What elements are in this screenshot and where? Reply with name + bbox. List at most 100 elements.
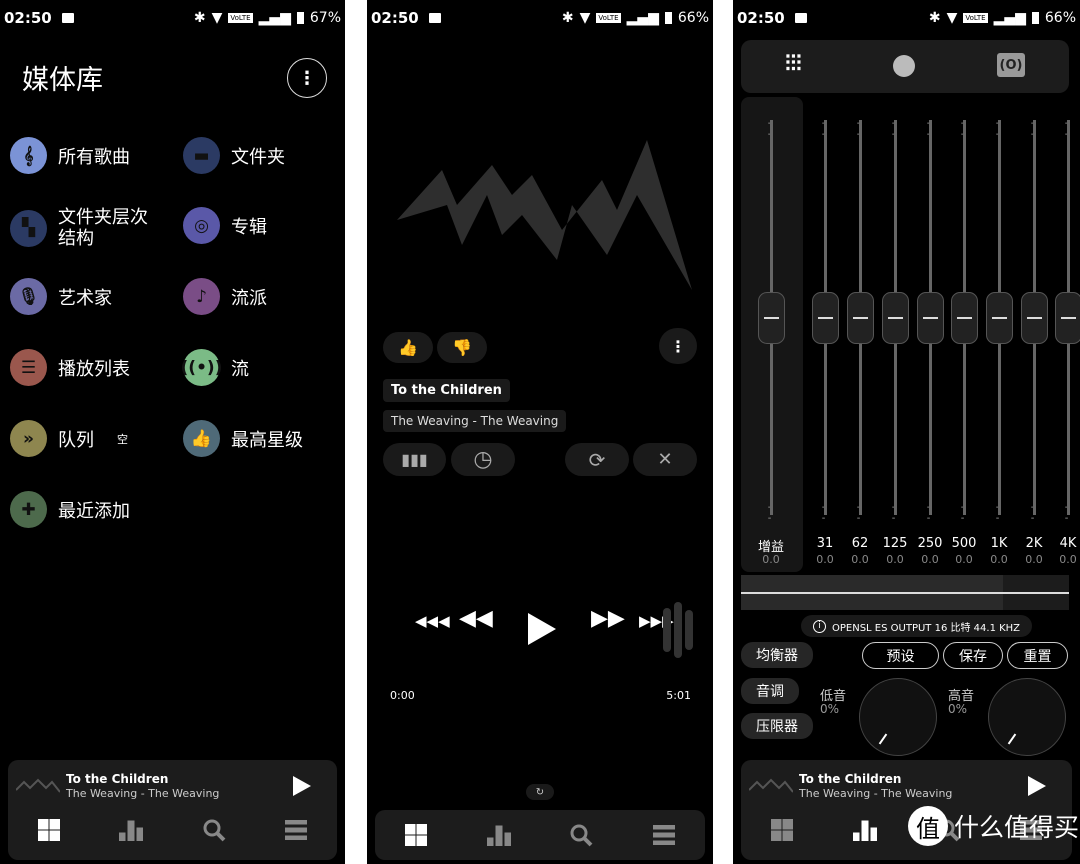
eq-band-label: 4K [1059,536,1077,551]
album-art-icon [749,778,793,793]
eq-slider[interactable]: -- -- [984,110,1014,524]
nav-library-icon[interactable] [37,818,61,842]
bluetooth-icon: ✱ [193,10,206,26]
bottom-nav-container [375,810,705,860]
track-title: To the Children [383,379,510,402]
slider-thumb[interactable] [847,292,874,344]
watermark-text: 什么值得买 [954,813,1080,842]
slider-thumb[interactable] [882,292,909,344]
eq-slider[interactable]: -- -- [756,110,786,524]
nav-library-icon[interactable] [770,818,794,842]
scroll-handle[interactable]: ↻ [526,784,554,800]
library-item[interactable]: ♪ 流派 [183,278,267,315]
folder-icon: ▬ [183,137,220,174]
bluetooth-icon: ✱ [928,10,941,26]
signal-icon: ▂▄▆ [626,10,659,26]
slider-thumb[interactable] [917,292,944,344]
treble-knob[interactable] [988,678,1066,756]
eq-band-value: 0.0 [990,553,1008,566]
more-options-button[interactable]: ⋮ [287,58,327,98]
elapsed-time: 0:00 [390,689,415,702]
reset-button[interactable]: 重置 [1007,642,1068,669]
nav-search-icon[interactable] [569,823,593,847]
eq-slider[interactable]: -- -- [845,110,875,524]
play-button[interactable] [528,613,556,645]
slider-thumb[interactable] [986,292,1013,344]
eq-band-label: 500 [951,536,977,551]
library-item[interactable]: ☰ 播放列表 [10,349,130,386]
queue-icon: » [10,420,47,457]
play-icon[interactable] [293,776,311,796]
library-item[interactable]: 👍 最高星级 [183,420,303,457]
tab-limiter[interactable]: 压限器 [741,713,813,739]
mini-player[interactable]: To the Children The Weaving - The Weavin… [8,760,337,860]
battery-level: 66% [1044,10,1076,26]
eq-slider[interactable]: -- -- [880,110,910,524]
bottom-nav [8,810,337,850]
treble-clef-icon: 𝄞 [10,137,47,174]
eq-slider[interactable]: -- -- [1053,110,1080,524]
library-item-label: 最近添加 [58,500,130,522]
waveform-icon [663,602,703,658]
nav-menu-icon[interactable] [652,823,676,847]
status-time: 02:50 [737,9,785,27]
library-item[interactable]: 𝄞 所有歌曲 [10,137,130,174]
dislike-button[interactable]: 👎 [437,332,487,363]
preset-button[interactable]: 预设 [862,642,939,669]
tab-tone[interactable]: 音调 [741,678,799,704]
skip-previous-button[interactable]: ◀◀◀ [415,612,450,630]
like-button[interactable]: 👍 [383,332,433,363]
library-item[interactable]: ▚ 文件夹层次结构 [10,207,158,249]
equalizer-sliders-icon[interactable]: ⫶⫶⫶ [785,52,802,77]
play-icon[interactable] [1028,776,1046,796]
rewind-button[interactable]: ◀◀ [459,606,493,631]
treble-value: 0% [948,702,968,716]
status-bar: 02:50 ✱ ▼ VoLTE ▂▄▆ 66% [733,0,1080,36]
save-button[interactable]: 保存 [943,642,1003,669]
fast-forward-button[interactable]: ▶▶ [591,606,625,631]
library-item[interactable]: ✚ 最近添加 [10,491,130,528]
eq-slider[interactable]: -- -- [915,110,945,524]
library-item-label: 文件夹 [231,146,285,168]
folder-hierarchy-icon: ▚ [10,209,47,247]
nav-menu-icon[interactable] [284,818,308,842]
eq-slider[interactable]: -- -- [1019,110,1049,524]
eq-band-label: 31 [816,536,834,551]
library-item[interactable]: 🎙 艺术家 [10,278,112,315]
tab-equalizer[interactable]: 均衡器 [741,642,813,668]
eq-band-label: 1K [990,536,1008,551]
eq-band-value: 0.0 [816,553,834,566]
info-icon: i [813,619,826,633]
shuffle-button[interactable]: ✕ [633,443,697,476]
nav-equalizer-icon[interactable] [119,818,144,842]
eq-band-value: 0.0 [955,553,973,566]
wifi-icon: ▼ [946,10,958,26]
library-item-label: 流派 [231,287,267,309]
slider-thumb[interactable] [1021,292,1048,344]
slider-thumb[interactable] [758,292,785,344]
speaker-icon[interactable]: (O) [997,53,1025,77]
bass-knob[interactable] [859,678,937,756]
eq-slider[interactable]: -- -- [810,110,840,524]
track-more-button[interactable]: ⋮ [659,328,697,364]
slider-thumb[interactable] [1055,292,1080,344]
library-item[interactable]: ◎ 专辑 [183,207,267,244]
library-item[interactable]: ▬ 文件夹 [183,137,285,174]
slider-thumb[interactable] [951,292,978,344]
nav-equalizer-icon[interactable] [853,818,878,842]
library-item[interactable]: » 队列 空 [10,420,128,457]
status-time: 02:50 [371,9,419,27]
library-item[interactable]: ((•)) 流 [181,349,249,386]
nav-search-icon[interactable] [202,818,226,842]
nav-library-icon[interactable] [404,823,428,847]
bottom-nav [375,815,705,855]
sleep-timer-button[interactable]: ◷ [451,443,515,476]
battery-icon [1031,12,1039,24]
repeat-button[interactable]: ⟳ [565,443,629,476]
visualizer-button[interactable]: ▮▮▮ [383,443,446,476]
status-bar: 02:50 ✱ ▼ VoLTE ▂▄▆ 67% [0,0,345,36]
nav-equalizer-icon[interactable] [486,823,511,847]
slider-thumb[interactable] [812,292,839,344]
eq-slider[interactable]: -- -- [949,110,979,524]
knob-icon[interactable] [893,55,915,77]
